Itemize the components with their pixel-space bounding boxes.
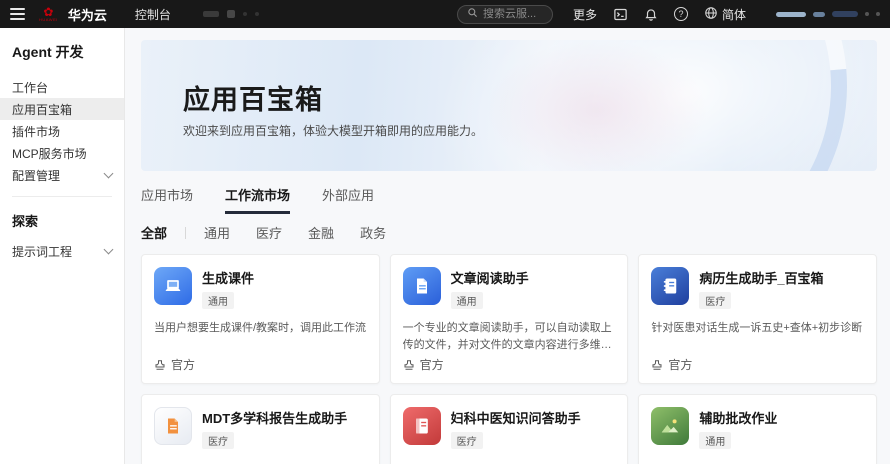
- filter-divider: [185, 226, 187, 239]
- official-badge: 官方: [154, 356, 195, 373]
- homework-grading-app-icon: [651, 407, 690, 445]
- card-category-tag: 医疗: [202, 432, 234, 449]
- filter-government[interactable]: 政务: [360, 223, 386, 242]
- medical-record-app-icon: [651, 267, 690, 305]
- filter-medical[interactable]: 医疗: [256, 223, 282, 242]
- language-label: 简体: [721, 7, 746, 22]
- search-icon: [467, 5, 478, 23]
- sidebar-item-prompt-engineering[interactable]: 提示词工程: [0, 240, 124, 262]
- account-info-redacted: [776, 11, 880, 17]
- filter-all[interactable]: 全部: [141, 223, 167, 242]
- sidebar-item-plugin-market[interactable]: 插件市场: [0, 120, 124, 142]
- stamp-icon: [404, 359, 414, 370]
- tab-app-market[interactable]: 应用市场: [141, 185, 193, 214]
- app-card[interactable]: 妇科中医知识问答助手 医疗: [389, 394, 629, 464]
- terminal-icon[interactable]: [613, 7, 628, 22]
- topbar-decoration: [202, 10, 259, 18]
- app-card[interactable]: MDT多学科报告生成助手 医疗: [141, 394, 380, 464]
- card-title: 病历生成助手_百宝箱: [699, 271, 824, 286]
- chevron-down-icon: [103, 244, 114, 255]
- topbar: ✿ HUAWEI 华为云 控制台 更多 ? 简体: [0, 0, 890, 28]
- search-input[interactable]: [482, 8, 543, 20]
- sidebar-item-app-treasure-box[interactable]: 应用百宝箱: [0, 98, 124, 120]
- app-card[interactable]: 生成课件 通用 当用户想要生成课件/教案时，调用此工作流 官方: [141, 254, 380, 384]
- globe-icon: [704, 6, 718, 23]
- card-category-tag: 通用: [450, 292, 483, 309]
- sidebar-section-explore: 探索: [12, 214, 39, 229]
- card-title: MDT多学科报告生成助手: [202, 411, 348, 426]
- card-title: 辅助批改作业: [699, 411, 778, 426]
- page-title: 应用百宝箱: [183, 85, 323, 115]
- brand-name: 华为云: [67, 7, 107, 23]
- stamp-icon: [652, 359, 662, 370]
- language-selector[interactable]: 简体: [704, 6, 746, 23]
- chevron-down-icon: [103, 168, 114, 179]
- tab-external-apps[interactable]: 外部应用: [322, 185, 374, 214]
- sidebar-divider: [12, 196, 112, 197]
- sidebar: Agent 开发 工作台 应用百宝箱 插件市场 MCP服务市场 配置管理 探索 …: [0, 28, 125, 464]
- official-badge: 官方: [403, 356, 444, 373]
- card-description: 当用户想要生成课件/教案时，调用此工作流: [154, 322, 367, 334]
- sidebar-item-workbench[interactable]: 工作台: [0, 76, 124, 98]
- filter-finance[interactable]: 金融: [308, 223, 334, 242]
- category-filters: 全部 通用 医疗 金融 政务: [141, 223, 877, 242]
- app-card[interactable]: 病历生成助手_百宝箱 医疗 针对医患对话生成一诉五史+查体+初步诊断 官方: [638, 254, 877, 384]
- app-card[interactable]: 文章阅读助手 通用 一个专业的文章阅读助手，可以自动读取上传的文件，并对文件的文…: [389, 254, 629, 384]
- huawei-logo: ✿ HUAWEI: [39, 5, 58, 22]
- sidebar-item-mcp-market[interactable]: MCP服务市场: [0, 142, 124, 164]
- card-description: 一个专业的文章阅读助手，可以自动读取上传的文件，并对文件的文章内容进行多维度的总…: [402, 322, 612, 352]
- stamp-icon: [155, 359, 165, 370]
- sidebar-title: Agent 开发: [12, 44, 84, 60]
- console-link[interactable]: 控制台: [135, 6, 171, 23]
- hero-banner: 应用百宝箱 欢迎来到应用百宝箱，体验大模型开箱即用的应用能力。: [141, 40, 877, 171]
- main-content: 应用百宝箱 欢迎来到应用百宝箱，体验大模型开箱即用的应用能力。 应用市场 工作流…: [125, 28, 890, 464]
- banner-decoration: [487, 40, 707, 171]
- market-tabs: 应用市场 工作流市场 外部应用: [141, 185, 877, 214]
- card-title: 文章阅读助手: [450, 271, 529, 286]
- card-category-tag: 通用: [202, 292, 234, 309]
- more-menu[interactable]: 更多: [573, 6, 597, 23]
- menu-icon[interactable]: [10, 8, 25, 20]
- card-category-tag: 医疗: [699, 292, 732, 309]
- help-icon[interactable]: ?: [673, 7, 688, 21]
- card-category-tag: 通用: [699, 432, 732, 449]
- mdt-report-app-icon: [154, 407, 192, 445]
- courseware-app-icon: [154, 267, 192, 305]
- app-card[interactable]: 辅助批改作业 通用: [638, 394, 877, 464]
- tcm-qa-app-icon: [402, 407, 441, 445]
- article-reader-app-icon: [402, 267, 441, 305]
- notifications-bell-icon[interactable]: [644, 7, 658, 21]
- search-box[interactable]: [456, 4, 553, 24]
- card-title: 生成课件: [202, 271, 255, 286]
- card-description: 针对医患对话生成一诉五史+查体+初步诊断: [651, 322, 863, 334]
- tab-workflow-market[interactable]: 工作流市场: [225, 185, 291, 214]
- filter-general[interactable]: 通用: [204, 223, 230, 242]
- page-subtitle: 欢迎来到应用百宝箱，体验大模型开箱即用的应用能力。: [183, 124, 484, 138]
- card-title: 妇科中医知识问答助手: [450, 411, 581, 426]
- sidebar-item-config-management[interactable]: 配置管理: [0, 164, 124, 186]
- official-badge: 官方: [651, 356, 692, 373]
- app-card-grid: 生成课件 通用 当用户想要生成课件/教案时，调用此工作流 官方 文章阅读助手 通…: [141, 254, 877, 464]
- card-category-tag: 医疗: [450, 432, 483, 449]
